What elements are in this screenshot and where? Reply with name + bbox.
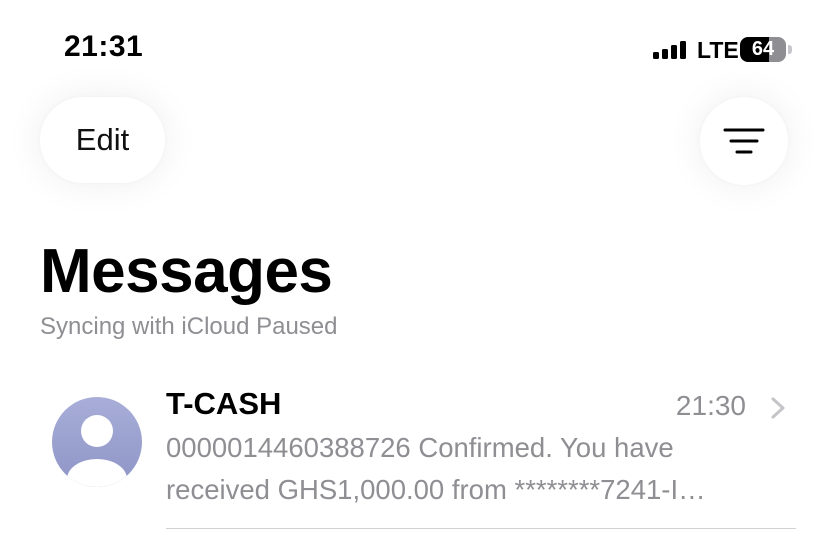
battery-tip: [788, 45, 792, 54]
cellular-signal-icon: [653, 41, 686, 59]
row-separator: [166, 528, 796, 529]
sender-name: T-CASH: [166, 386, 282, 421]
network-type: LTE: [697, 37, 739, 63]
messages-screen: 21:31 LTE 64 Edit Messages Syncing with …: [0, 0, 828, 550]
message-preview-line: 0000014460388726 Confirmed. You have: [166, 432, 674, 463]
battery-level: 64: [751, 38, 775, 60]
message-preview-line: received GHS1,000.00 from ********7241-I…: [166, 474, 706, 505]
message-time: 21:30: [675, 390, 746, 421]
message-preview: 0000014460388726 Confirmed. You have rec…: [166, 427, 776, 511]
filter-lines-icon: [723, 128, 765, 154]
page-title: Messages: [40, 237, 333, 306]
edit-button[interactable]: Edit: [40, 97, 165, 183]
chevron-right-icon: [771, 397, 785, 419]
filter-button[interactable]: [700, 97, 788, 185]
conversation-row[interactable]: T-CASH 21:30 0000014460388726 Confirmed.…: [0, 372, 828, 532]
battery-icon: 64: [740, 37, 786, 62]
sync-status: Syncing with iCloud Paused: [40, 313, 338, 340]
status-time: 21:31: [64, 30, 144, 63]
avatar: [52, 397, 142, 487]
person-icon: [67, 415, 127, 487]
